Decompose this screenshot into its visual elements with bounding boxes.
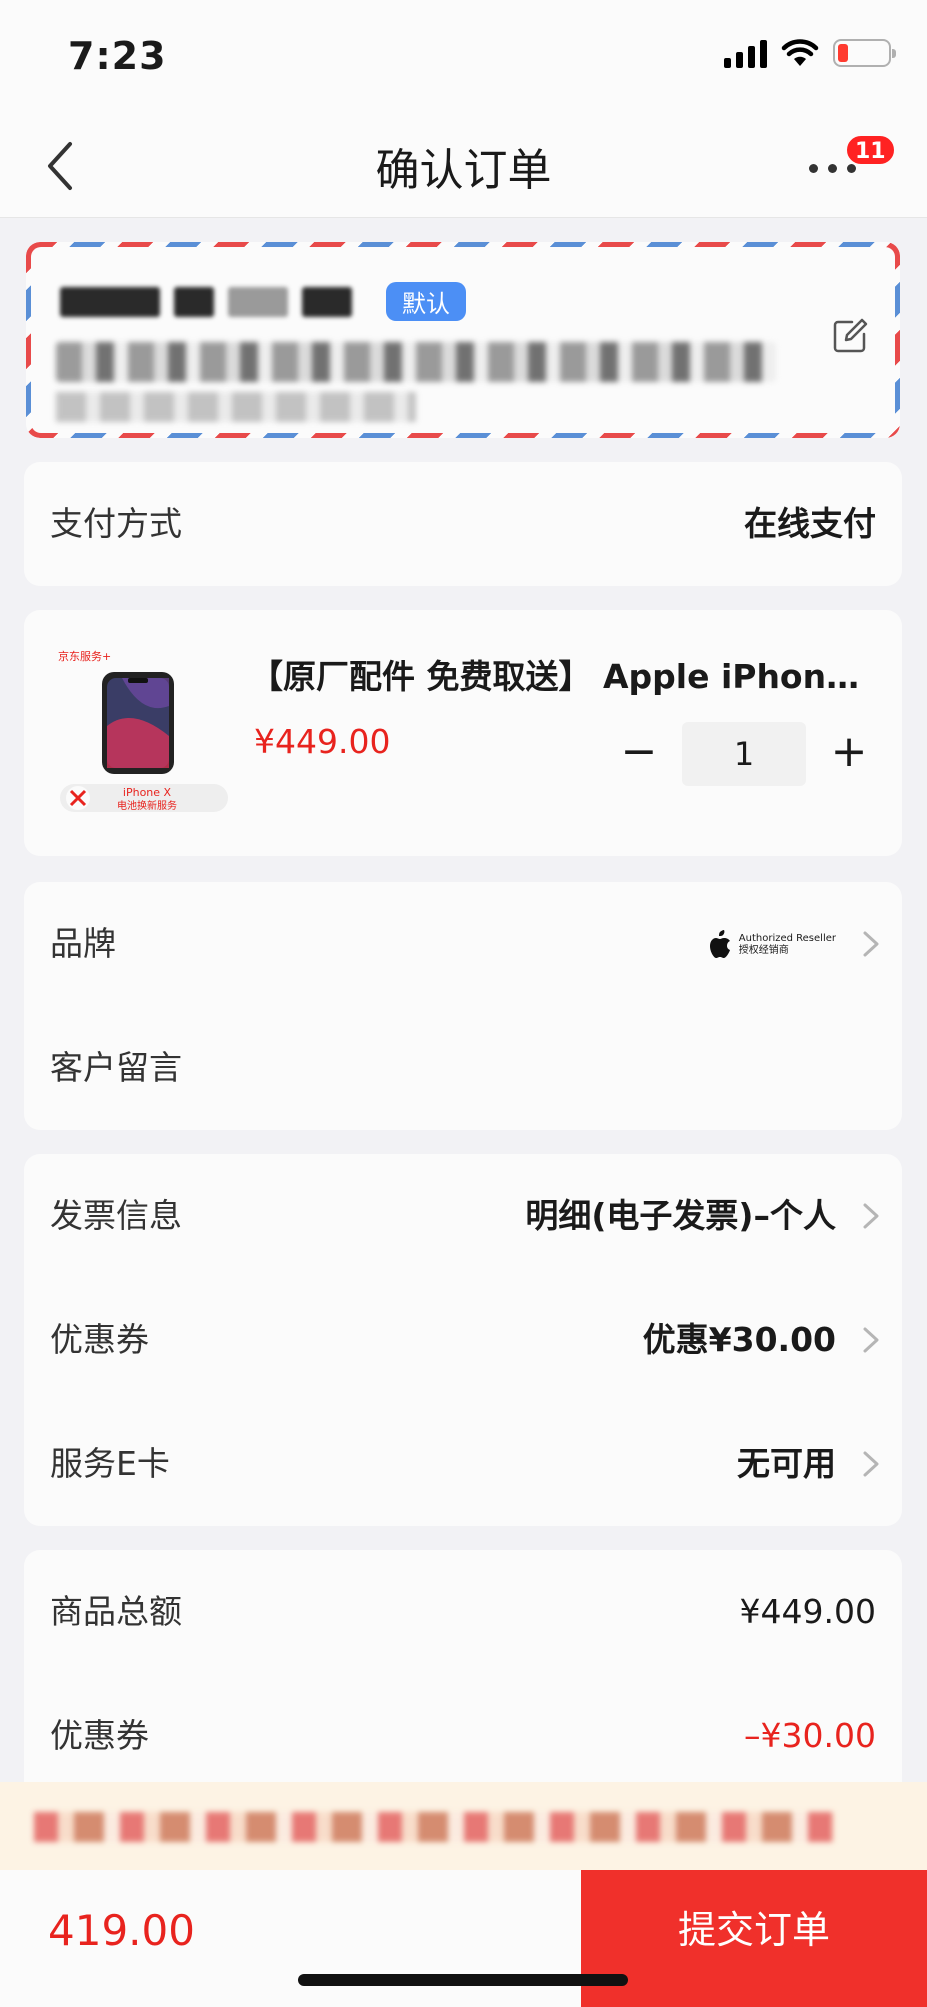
- chevron-right-icon: [863, 1451, 879, 1477]
- service-ecard-value: 无可用: [737, 1444, 836, 1483]
- redacted-block: [174, 286, 214, 317]
- chevron-right-icon: [863, 1327, 879, 1353]
- more-dots-icon: [809, 164, 856, 173]
- brand-row[interactable]: 品牌 Authorized Reseller 授权经销商: [24, 882, 902, 1006]
- svg-text:iPhone X: iPhone X: [123, 786, 172, 799]
- payment-method-label: 支付方式: [50, 504, 182, 543]
- status-bar: 7:23: [0, 0, 927, 110]
- nav-header: 确认订单 11: [0, 110, 927, 218]
- chevron-right-icon: [863, 931, 879, 957]
- coupon-discount-label: 优惠券: [50, 1716, 149, 1755]
- redacted-block: [302, 286, 352, 317]
- cellular-signal-icon: [724, 38, 767, 68]
- address-name-row: 默认: [60, 282, 466, 321]
- battery-icon: [833, 39, 896, 67]
- chevron-right-icon: [863, 1203, 879, 1229]
- apple-logo-icon: [709, 930, 730, 958]
- payment-method-value: 在线支付: [744, 504, 876, 543]
- authorized-reseller-text: Authorized Reseller 授权经销商: [739, 933, 836, 957]
- invoice-label: 发票信息: [50, 1196, 182, 1235]
- notification-badge: 11: [845, 134, 896, 166]
- goods-total-label: 商品总额: [50, 1592, 182, 1631]
- coupon-value: 优惠¥30.00: [642, 1320, 836, 1359]
- home-indicator[interactable]: [298, 1974, 628, 1986]
- more-menu-button[interactable]: 11: [809, 134, 896, 194]
- edit-icon[interactable]: [830, 316, 870, 356]
- product-card: 京东服务+ iPhone X 电池换新服务 【原厂配件 免费取送】 Apple …: [24, 610, 902, 856]
- bottom-bar: 419.00 提交订单: [0, 1870, 927, 2007]
- address-detail-redacted: [56, 342, 776, 382]
- coupon-label: 优惠券: [50, 1320, 149, 1359]
- default-address-tag: 默认: [386, 282, 466, 321]
- authorized-reseller-line1: Authorized Reseller: [738, 933, 836, 944]
- submit-order-button[interactable]: 提交订单: [581, 1870, 927, 2007]
- service-ecard-row[interactable]: 服务E卡 无可用: [24, 1402, 902, 1526]
- recipient-name-redacted: [60, 286, 160, 317]
- svg-text:京东服务+: 京东服务+: [58, 649, 111, 663]
- increase-quantity-button[interactable]: +: [822, 722, 876, 786]
- customer-message-label: 客户留言: [50, 1048, 182, 1087]
- redacted-block: [228, 286, 288, 317]
- status-time: 7:23: [68, 34, 167, 78]
- decrease-quantity-button[interactable]: −: [612, 722, 666, 786]
- address-extra-redacted: [56, 392, 416, 422]
- page-title: 确认订单: [375, 145, 552, 196]
- address-card[interactable]: 默认: [26, 242, 900, 438]
- notice-bar: [0, 1782, 927, 1870]
- brand-message-card: 品牌 Authorized Reseller 授权经销商 客户留言: [24, 882, 902, 1130]
- coupon-discount-value: –¥30.00: [744, 1716, 876, 1755]
- status-icons: [724, 38, 896, 68]
- authorized-reseller-badge: Authorized Reseller 授权经销商: [707, 930, 836, 960]
- notice-text-redacted: [34, 1812, 834, 1842]
- coupon-row[interactable]: 优惠券 优惠¥30.00: [24, 1278, 902, 1402]
- product-price: ¥449.00: [254, 722, 391, 761]
- customer-message-row[interactable]: 客户留言: [24, 1006, 902, 1130]
- invoice-row[interactable]: 发票信息 明细(电子发票)–个人: [24, 1154, 902, 1278]
- payment-method-card[interactable]: 支付方式 在线支付: [24, 462, 902, 586]
- product-title[interactable]: 【原厂配件 免费取送】 Apple iPhone X 电池换新服务: [250, 650, 880, 698]
- wifi-icon: [781, 38, 819, 68]
- product-image[interactable]: 京东服务+ iPhone X 电池换新服务: [52, 646, 236, 814]
- svg-text:电池换新服务: 电池换新服务: [117, 799, 177, 812]
- coupon-discount-row: 优惠券 –¥30.00: [24, 1674, 902, 1798]
- service-ecard-label: 服务E卡: [50, 1444, 170, 1483]
- brand-label: 品牌: [50, 924, 116, 963]
- order-options-card: 发票信息 明细(电子发票)–个人 优惠券 优惠¥30.00 服务E卡 无可用: [24, 1154, 902, 1526]
- invoice-value: 明细(电子发票)–个人: [525, 1196, 836, 1235]
- goods-total-value: ¥449.00: [739, 1592, 876, 1631]
- quantity-stepper: − 1 +: [612, 722, 876, 786]
- order-total: 419.00: [48, 1906, 195, 1955]
- authorized-reseller-line2: 授权经销商: [738, 945, 789, 956]
- goods-total-row: 商品总额 ¥449.00: [24, 1550, 902, 1674]
- quantity-value[interactable]: 1: [682, 722, 806, 786]
